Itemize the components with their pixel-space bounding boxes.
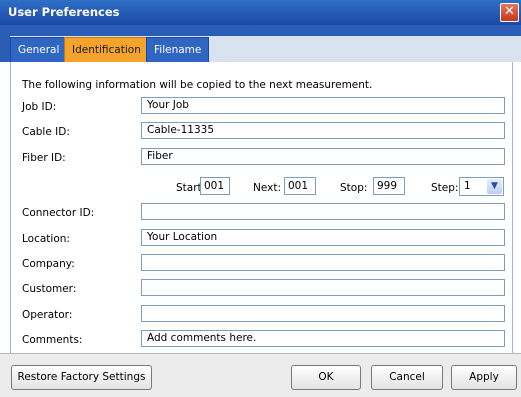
step-value: 1 [464, 180, 471, 192]
stop-label: Stop: [340, 182, 368, 194]
close-button[interactable]: ✕ [500, 3, 519, 22]
title-bar: User Preferences ✕ [0, 0, 521, 25]
job-id-field[interactable]: Your Job [141, 97, 505, 114]
restore-factory-settings-button[interactable]: Restore Factory Settings [11, 365, 152, 390]
apply-button[interactable]: Apply [451, 365, 517, 390]
intro-text: The following information will be copied… [22, 79, 373, 91]
ok-button[interactable]: OK [291, 365, 361, 390]
fiber-id-label: Fiber ID: [22, 152, 66, 164]
operator-field[interactable] [141, 305, 505, 322]
window-title: User Preferences [8, 5, 120, 19]
tab-filename[interactable]: Filename [146, 37, 210, 62]
location-field[interactable]: Your Location [141, 229, 505, 246]
comments-field[interactable]: Add comments here. [141, 330, 505, 347]
comments-label: Comments: [22, 334, 83, 346]
step-select[interactable]: 1 ▼ [459, 177, 504, 196]
cable-id-field[interactable]: Cable-11335 [141, 122, 505, 139]
tab-strip: General Identification Filename [0, 25, 521, 62]
location-label: Location: [22, 233, 70, 245]
company-label: Company: [22, 258, 75, 270]
company-field[interactable] [141, 254, 505, 271]
operator-label: Operator: [22, 309, 73, 321]
chevron-down-icon[interactable]: ▼ [487, 179, 502, 194]
customer-label: Customer: [22, 283, 77, 295]
close-icon: ✕ [504, 4, 515, 19]
step-label: Step: [431, 182, 459, 194]
connector-id-label: Connector ID: [22, 207, 95, 219]
start-field[interactable]: 001 [200, 177, 230, 195]
connector-id-field[interactable] [141, 203, 505, 220]
job-id-label: Job ID: [22, 101, 57, 113]
stop-field[interactable]: 999 [373, 177, 405, 195]
cable-id-label: Cable ID: [22, 126, 70, 138]
next-field[interactable]: 001 [284, 177, 316, 195]
cancel-button[interactable]: Cancel [371, 365, 443, 390]
tab-identification[interactable]: Identification [64, 37, 149, 62]
fiber-id-field[interactable]: Fiber [141, 148, 505, 165]
tab-general[interactable]: General [10, 37, 68, 62]
customer-field[interactable] [141, 279, 505, 296]
next-label: Next: [253, 182, 281, 194]
